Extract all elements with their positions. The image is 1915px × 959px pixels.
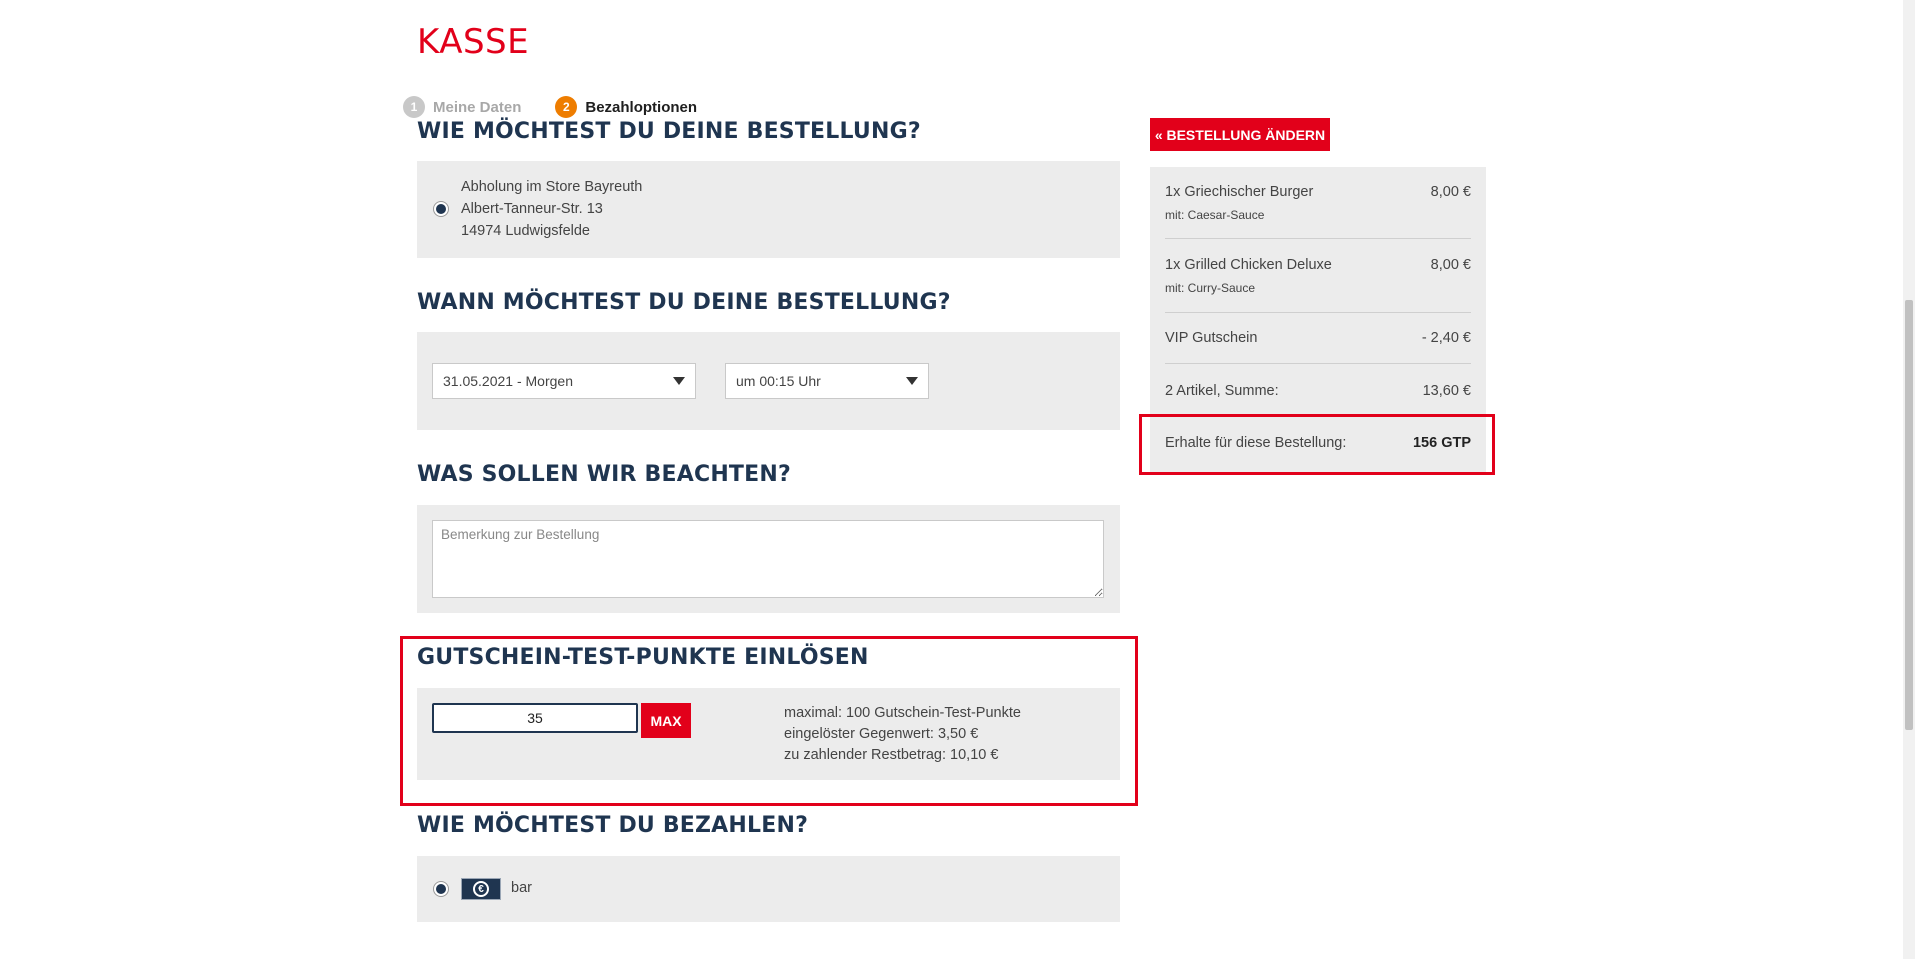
cash-radio[interactable] — [433, 881, 449, 897]
summary-item: 1x Griechischer Burger mit: Caesar-Sauce… — [1165, 184, 1471, 222]
address-line: Albert-Tanneur-Str. 13 — [461, 201, 603, 217]
euro-coin-icon: € — [473, 881, 489, 897]
item-option: mit: Caesar-Sauce — [1165, 208, 1265, 222]
points-info-line: zu zahlender Restbetrag: 10,10 € — [784, 747, 999, 763]
payment-panel: € bar — [417, 856, 1120, 922]
pickup-radio[interactable] — [433, 201, 449, 217]
divider — [1165, 238, 1471, 239]
step-label: Bezahloptionen — [585, 98, 698, 116]
points-info-line: eingelöster Gegenwert: 3,50 € — [784, 726, 979, 742]
item-name: 1x Griechischer Burger — [1165, 184, 1314, 200]
checkout-steps: 1 Meine Daten 2 Bezahloptionen — [403, 96, 731, 118]
points-input[interactable] — [432, 703, 638, 733]
address-line: Abholung im Store Bayreuth — [461, 179, 643, 195]
divider — [1165, 312, 1471, 313]
voucher-value: - 2,40 € — [1421, 330, 1471, 346]
points-title: GUTSCHEIN-TEST-PUNKTE EINLÖSEN — [417, 645, 869, 670]
delivery-panel: Abholung im Store Bayreuth Albert-Tanneu… — [417, 161, 1120, 258]
payment-title: WIE MÖCHTEST DU BEZAHLEN? — [417, 813, 809, 838]
step-number: 1 — [403, 96, 425, 118]
radio-selected-dot — [436, 204, 446, 214]
item-price: 8,00 € — [1430, 257, 1471, 273]
time-select-value: um 00:15 Uhr — [736, 373, 821, 389]
points-info-line: maximal: 100 Gutschein-Test-Punkte — [784, 705, 1021, 721]
step-number: 2 — [555, 96, 578, 118]
chevron-down-icon — [906, 377, 918, 385]
change-order-button[interactable]: « BESTELLUNG ÄNDERN — [1150, 118, 1330, 151]
radio-selected-dot — [436, 884, 446, 894]
divider — [1165, 363, 1471, 364]
total-label: 2 Artikel, Summe: — [1165, 383, 1279, 399]
address-line: 14974 Ludwigsfelde — [461, 223, 590, 239]
notes-title: WAS SOLLEN WIR BEACHTEN? — [417, 462, 791, 487]
scrollbar-thumb[interactable] — [1905, 300, 1913, 730]
total-value: 13,60 € — [1422, 383, 1471, 399]
max-button[interactable]: MAX — [641, 703, 691, 738]
timing-panel: 31.05.2021 - Morgen um 00:15 Uhr — [417, 332, 1120, 430]
summary-item: 1x Grilled Chicken Deluxe mit: Curry-Sau… — [1165, 257, 1471, 295]
store-address: Abholung im Store Bayreuth Albert-Tanneu… — [461, 176, 642, 242]
cash-label: bar — [511, 880, 532, 896]
date-select-value: 31.05.2021 - Morgen — [443, 373, 573, 389]
step-meine-daten[interactable]: 1 Meine Daten — [403, 96, 521, 118]
timing-title: WANN MÖCHTEST DU DEINE BESTELLUNG? — [417, 290, 951, 315]
time-select[interactable]: um 00:15 Uhr — [725, 363, 929, 399]
points-info: maximal: 100 Gutschein-Test-Punkte einge… — [784, 703, 1021, 766]
item-price: 8,00 € — [1430, 184, 1471, 200]
step-bezahloptionen: 2 Bezahloptionen — [555, 96, 697, 118]
remark-textarea[interactable] — [432, 520, 1104, 598]
voucher-row: VIP Gutschein - 2,40 € — [1165, 330, 1471, 346]
page-title: KASSE — [417, 22, 530, 62]
delivery-title: WIE MÖCHTEST DU DEINE BESTELLUNG? — [417, 119, 921, 144]
step-label: Meine Daten — [433, 98, 522, 116]
date-select[interactable]: 31.05.2021 - Morgen — [432, 363, 696, 399]
chevron-down-icon — [673, 377, 685, 385]
cash-icon: € — [461, 878, 501, 900]
item-option: mit: Curry-Sauce — [1165, 281, 1256, 295]
total-row: 2 Artikel, Summe: 13,60 € — [1165, 383, 1471, 399]
item-name: 1x Grilled Chicken Deluxe — [1165, 257, 1332, 273]
earn-highlight-box — [1139, 414, 1495, 475]
voucher-label: VIP Gutschein — [1165, 330, 1258, 346]
